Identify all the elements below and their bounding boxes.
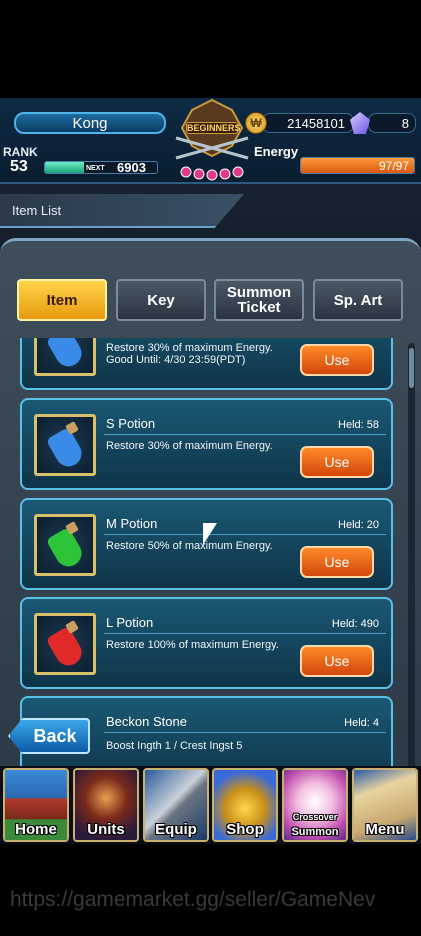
gem-counter: 8 (368, 113, 416, 133)
energy-label: Energy (254, 144, 299, 159)
item-description: Restore 100% of maximum Energy. (106, 639, 279, 651)
guild-emblem-label: BEGINNERS (186, 122, 241, 134)
page-title: Item List (12, 203, 62, 218)
nav-sublabel: Crossover (292, 812, 338, 822)
nav-label: Equip (155, 821, 197, 838)
item-name: S Potion (106, 416, 156, 431)
nav-home[interactable]: Home (3, 768, 69, 842)
back-button[interactable]: Back (8, 718, 90, 754)
nav-shop[interactable]: Shop (212, 768, 278, 842)
tab-item[interactable]: Item (17, 279, 107, 321)
pointer-cursor-icon (203, 523, 217, 545)
next-exp-value: 6903 (117, 160, 146, 175)
tab-sp-art[interactable]: Sp. Art (313, 279, 403, 321)
gold-counter: 21458101 (262, 113, 354, 133)
held-count: Held: 490 (331, 618, 379, 630)
nav-units[interactable]: Units (73, 768, 139, 842)
rank-label: RANK (3, 145, 38, 159)
potion-thumbnail (34, 514, 96, 576)
gem-icon (350, 112, 370, 134)
item-description: Restore 30% of maximum Energy. (106, 440, 273, 452)
divider (104, 633, 386, 634)
exp-bar-fill (45, 162, 85, 173)
use-button[interactable]: Use (300, 344, 374, 376)
rank-value: 53 (10, 158, 28, 175)
tab-summon-ticket[interactable]: Summon Ticket (214, 279, 304, 321)
nav-label: Units (87, 821, 125, 838)
energy-value: 97/97 (378, 159, 409, 173)
watermark-url: https://gamemarket.gg/seller/GameNev (10, 888, 376, 911)
item-description: Restore 30% of maximum Energy. Good Unti… (106, 342, 273, 366)
status-header: Kong RANK 53 NEXT 6903 BEGINNERS 2145810… (0, 98, 421, 184)
item-description: Restore 50% of maximum Energy. (106, 540, 273, 552)
item-description: Boost Ingth 1 / Crest Ingst 5 (106, 740, 243, 752)
tab-key[interactable]: Key (116, 279, 206, 321)
potion-thumbnail (34, 613, 96, 675)
nav-label: Home (15, 821, 57, 838)
item-name: L Potion (106, 615, 154, 630)
held-count: Held: 4 (344, 717, 379, 729)
divider (104, 732, 386, 733)
held-count: Held: 58 (338, 419, 379, 431)
item-name: M Potion (106, 516, 158, 531)
scrollbar-thumb[interactable] (409, 348, 414, 388)
item-name: Beckon Stone (106, 714, 187, 729)
nav-summon[interactable]: Crossover Summon (282, 768, 348, 842)
potion-flask-icon (45, 426, 87, 472)
use-button[interactable]: Use (300, 546, 374, 578)
list-item: Restore 30% of maximum Energy. Good Unti… (20, 338, 393, 390)
potion-thumbnail (34, 338, 96, 376)
next-label: NEXT (86, 165, 105, 172)
bottom-nav: Home Units Equip Shop Crossover Summon M… (0, 766, 421, 844)
gold-coin-icon: ₩ (245, 112, 267, 134)
list-item: L Potion Held: 490 Restore 100% of maxim… (20, 597, 393, 689)
potion-flask-icon (45, 526, 87, 572)
nav-label: Shop (226, 821, 264, 838)
game-screen: Kong RANK 53 NEXT 6903 BEGINNERS 2145810… (0, 98, 421, 844)
guild-emblem-icon[interactable] (172, 98, 252, 184)
held-count: Held: 20 (338, 519, 379, 531)
potion-flask-icon (45, 338, 87, 372)
player-name: Kong (14, 112, 166, 134)
potion-thumbnail (34, 414, 96, 476)
list-item: S Potion Held: 58 Restore 30% of maximum… (20, 398, 393, 490)
use-button[interactable]: Use (300, 645, 374, 677)
nav-menu[interactable]: Menu (352, 768, 418, 842)
energy-bar: 97/97 (300, 157, 415, 174)
potion-flask-icon (45, 625, 87, 671)
use-button[interactable]: Use (300, 446, 374, 478)
nav-equip[interactable]: Equip (143, 768, 209, 842)
nav-label: Summon (291, 826, 339, 838)
divider (104, 434, 386, 435)
nav-label: Menu (365, 821, 405, 838)
divider (104, 534, 386, 535)
